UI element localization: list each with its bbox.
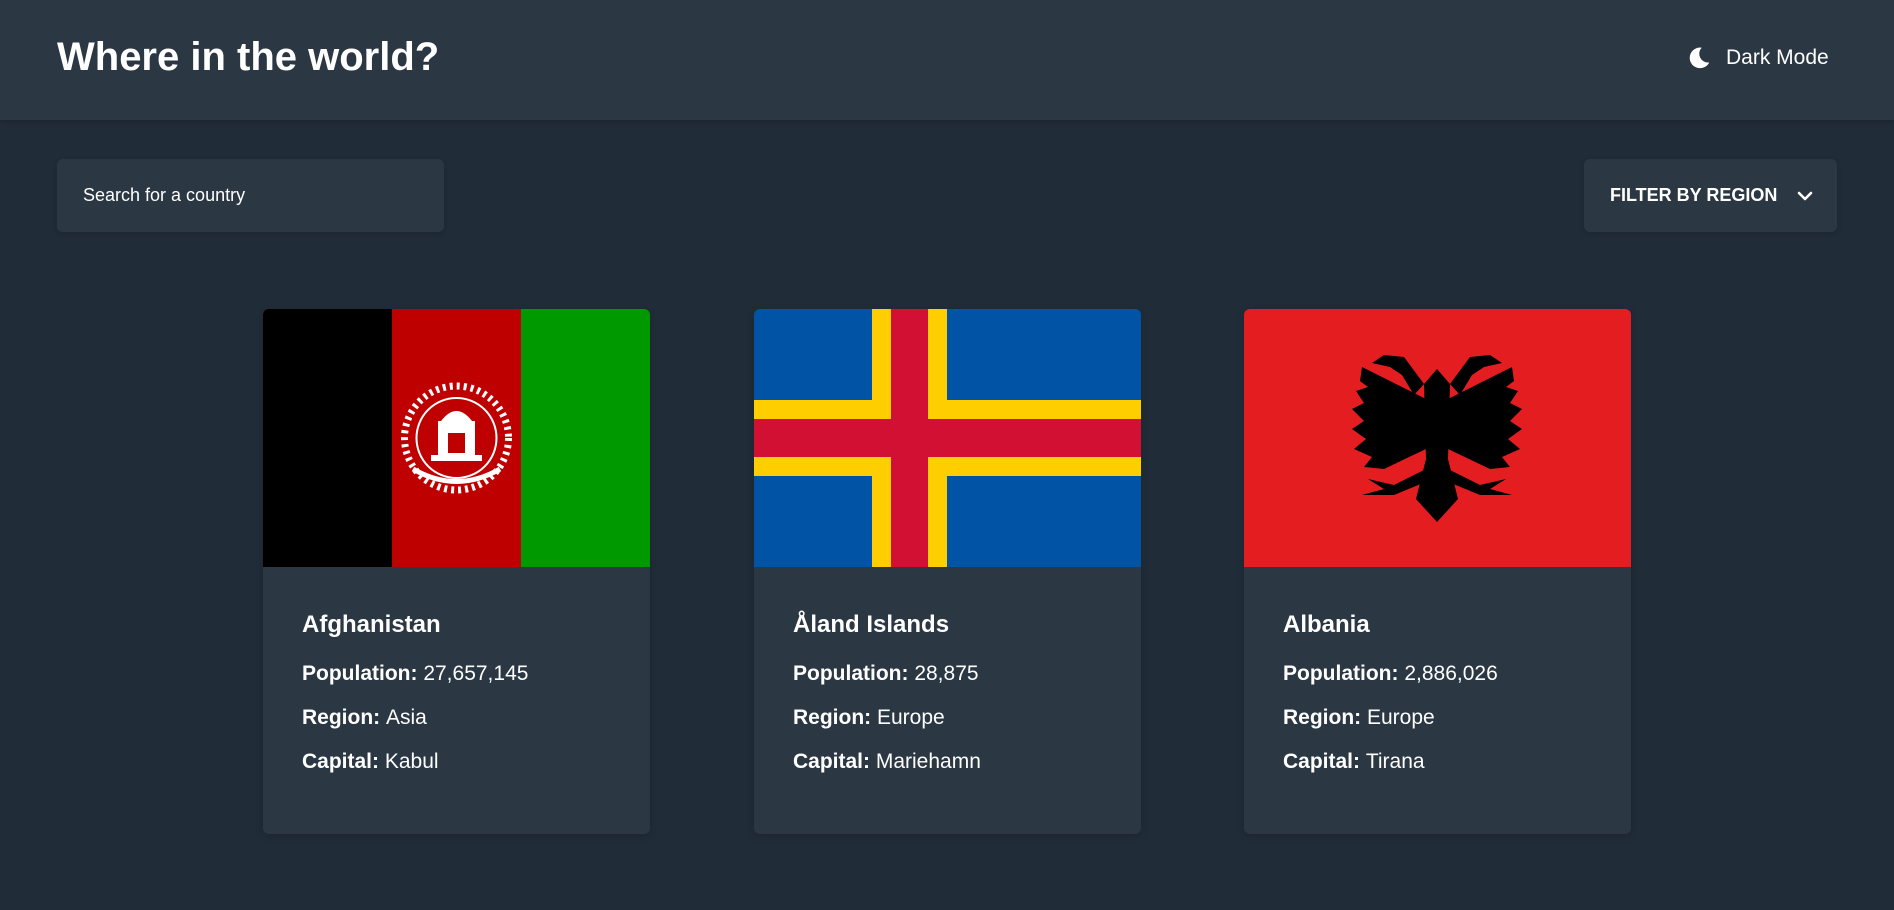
population-label: Population: [302, 662, 424, 685]
region-value: Europe [1367, 706, 1435, 729]
filter-label: FILTER BY REGION [1610, 185, 1778, 205]
region-label: Region: [793, 706, 877, 729]
site-header: Where in the world? Dark Mode [0, 0, 1894, 120]
region-row: Region: Asia [302, 706, 427, 730]
capital-row: Capital: Mariehamn [793, 750, 981, 774]
theme-toggle-label: Dark Mode [1726, 46, 1829, 69]
capital-value: Kabul [384, 750, 439, 773]
capital-value: Mariehamn [875, 750, 981, 773]
country-card-afghanistan[interactable]: Afghanistan Population: 27,657,145 Regio… [263, 309, 650, 834]
moon-icon [1689, 47, 1710, 69]
capital-label: Capital: [793, 750, 876, 773]
capital-label: Capital: [302, 750, 385, 773]
population-row: Population: 2,886,026 [1283, 662, 1498, 686]
region-value: Asia [386, 706, 427, 729]
flag-albania [1244, 309, 1631, 567]
capital-row: Capital: Tirana [1283, 750, 1425, 774]
region-row: Region: Europe [793, 706, 945, 730]
region-row: Region: Europe [1283, 706, 1435, 730]
country-name: Afghanistan [302, 611, 441, 638]
filter-by-region-dropdown[interactable]: FILTER BY REGION [1584, 159, 1837, 232]
country-name: Åland Islands [793, 611, 950, 638]
theme-toggle-button[interactable]: Dark Mode [1686, 42, 1829, 74]
flag-afghanistan [263, 309, 650, 567]
chevron-down-icon [1797, 191, 1813, 201]
search-input[interactable] [83, 159, 423, 232]
country-card-aland-islands[interactable]: Åland Islands Population: 28,875 Region:… [754, 309, 1141, 834]
flag-aland-islands [754, 309, 1141, 567]
country-card-albania[interactable]: Albania Population: 2,886,026 Region: Eu… [1244, 309, 1631, 834]
capital-value: Tirana [1365, 750, 1425, 773]
population-value: 2,886,026 [1404, 662, 1498, 685]
country-name: Albania [1283, 611, 1370, 638]
region-value: Europe [877, 706, 945, 729]
capital-label: Capital: [1283, 750, 1366, 773]
search-box[interactable] [57, 159, 444, 232]
population-row: Population: 27,657,145 [302, 662, 528, 686]
population-label: Population: [793, 662, 915, 685]
population-value: 28,875 [914, 662, 979, 685]
region-label: Region: [302, 706, 386, 729]
capital-row: Capital: Kabul [302, 750, 439, 774]
population-value: 27,657,145 [423, 662, 529, 685]
site-title: Where in the world? [57, 35, 440, 79]
population-label: Population: [1283, 662, 1405, 685]
region-label: Region: [1283, 706, 1367, 729]
population-row: Population: 28,875 [793, 662, 979, 686]
